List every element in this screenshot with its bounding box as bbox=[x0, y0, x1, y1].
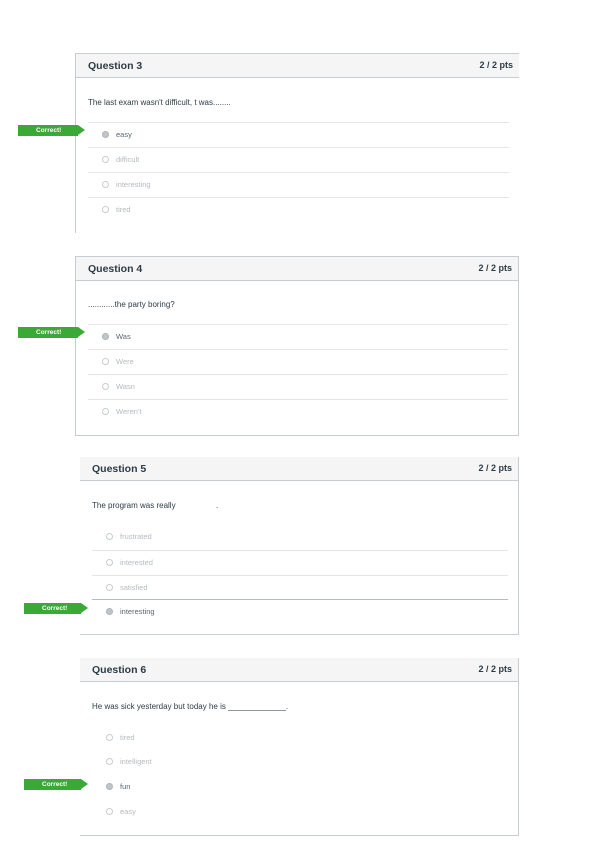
answer-option[interactable]: interested bbox=[92, 550, 508, 575]
answer-option[interactable]: easy bbox=[92, 800, 508, 825]
answer-label: fun bbox=[120, 782, 131, 791]
answer-option[interactable]: frustrated bbox=[92, 525, 508, 550]
correct-badge: Correct! bbox=[18, 327, 85, 338]
radio-icon[interactable] bbox=[106, 734, 113, 741]
radio-icon[interactable] bbox=[106, 533, 113, 540]
question-text: The last exam wasn't difficult, t was...… bbox=[88, 98, 231, 107]
question-header: Question 3 2 / 2 pts bbox=[76, 54, 519, 78]
answer-option[interactable]: Weren't bbox=[88, 399, 508, 424]
answer-option[interactable]: interesting bbox=[92, 599, 508, 624]
answer-option[interactable]: intelligent bbox=[92, 750, 508, 775]
answer-option[interactable]: interesting bbox=[88, 172, 509, 197]
answer-label: easy bbox=[116, 130, 132, 139]
correct-badge: Correct! bbox=[24, 779, 88, 790]
question-text: ............the party boring? bbox=[88, 300, 175, 309]
radio-icon[interactable] bbox=[102, 156, 109, 163]
radio-icon[interactable] bbox=[106, 758, 113, 765]
question-card: Question 3 2 / 2 pts The last exam wasn'… bbox=[75, 53, 519, 233]
question-header: Question 4 2 / 2 pts bbox=[76, 257, 518, 281]
radio-icon[interactable] bbox=[102, 181, 109, 188]
question-title: Question 6 bbox=[92, 664, 147, 676]
answer-option[interactable]: tired bbox=[88, 197, 509, 222]
question-points: 2 / 2 pts bbox=[478, 463, 512, 473]
radio-icon[interactable] bbox=[102, 206, 109, 213]
correct-badge: Correct! bbox=[24, 603, 88, 614]
question-text: The program was really bbox=[92, 501, 176, 510]
radio-selected-icon[interactable] bbox=[102, 333, 109, 340]
answer-option[interactable]: easy bbox=[88, 122, 509, 147]
question-points: 2 / 2 pts bbox=[479, 60, 513, 70]
answer-option[interactable]: tired bbox=[92, 726, 508, 751]
answer-label: Were bbox=[116, 357, 134, 366]
question-points: 2 / 2 pts bbox=[478, 664, 512, 674]
answer-label: frustrated bbox=[120, 532, 152, 541]
correct-badge: Correct! bbox=[18, 125, 85, 136]
question-text-suffix: . bbox=[216, 501, 219, 510]
answer-option[interactable]: satisfied bbox=[92, 575, 508, 600]
question-title: Question 3 bbox=[88, 60, 143, 72]
answer-option[interactable]: Was bbox=[88, 324, 508, 349]
answer-option[interactable]: Wasn bbox=[88, 374, 508, 399]
answer-option[interactable]: Were bbox=[88, 349, 508, 374]
answer-label: Wasn bbox=[116, 382, 135, 391]
answer-label: difficult bbox=[116, 155, 140, 164]
radio-icon[interactable] bbox=[102, 383, 109, 390]
radio-selected-icon[interactable] bbox=[102, 131, 109, 138]
question-title: Question 5 bbox=[92, 463, 147, 475]
question-card: Question 4 2 / 2 pts ............the par… bbox=[75, 256, 519, 436]
question-title: Question 4 bbox=[88, 263, 143, 275]
answer-label: Was bbox=[116, 332, 131, 341]
radio-icon[interactable] bbox=[102, 408, 109, 415]
radio-selected-icon[interactable] bbox=[106, 608, 113, 615]
answer-option[interactable]: difficult bbox=[88, 147, 509, 172]
question-header: Question 6 2 / 2 pts bbox=[80, 658, 518, 682]
answer-label: tired bbox=[116, 205, 131, 214]
radio-icon[interactable] bbox=[102, 358, 109, 365]
answer-label: tired bbox=[120, 733, 135, 742]
question-card: Question 6 2 / 2 pts He was sick yesterd… bbox=[80, 658, 519, 836]
answer-label: intelligent bbox=[120, 757, 152, 766]
question-header: Question 5 2 / 2 pts bbox=[80, 457, 518, 481]
radio-icon[interactable] bbox=[106, 584, 113, 591]
answer-option[interactable]: fun bbox=[92, 775, 508, 800]
radio-selected-icon[interactable] bbox=[106, 783, 113, 790]
question-text: He was sick yesterday but today he is __… bbox=[92, 702, 289, 711]
radio-icon[interactable] bbox=[106, 559, 113, 566]
question-card: Question 5 2 / 2 pts The program was rea… bbox=[80, 457, 519, 635]
answer-label: interested bbox=[120, 558, 153, 567]
answer-label: interesting bbox=[116, 180, 151, 189]
answer-label: interesting bbox=[120, 607, 155, 616]
answer-label: Weren't bbox=[116, 407, 142, 416]
radio-icon[interactable] bbox=[106, 808, 113, 815]
answer-label: satisfied bbox=[120, 583, 148, 592]
question-points: 2 / 2 pts bbox=[478, 263, 512, 273]
answer-label: easy bbox=[120, 807, 136, 816]
